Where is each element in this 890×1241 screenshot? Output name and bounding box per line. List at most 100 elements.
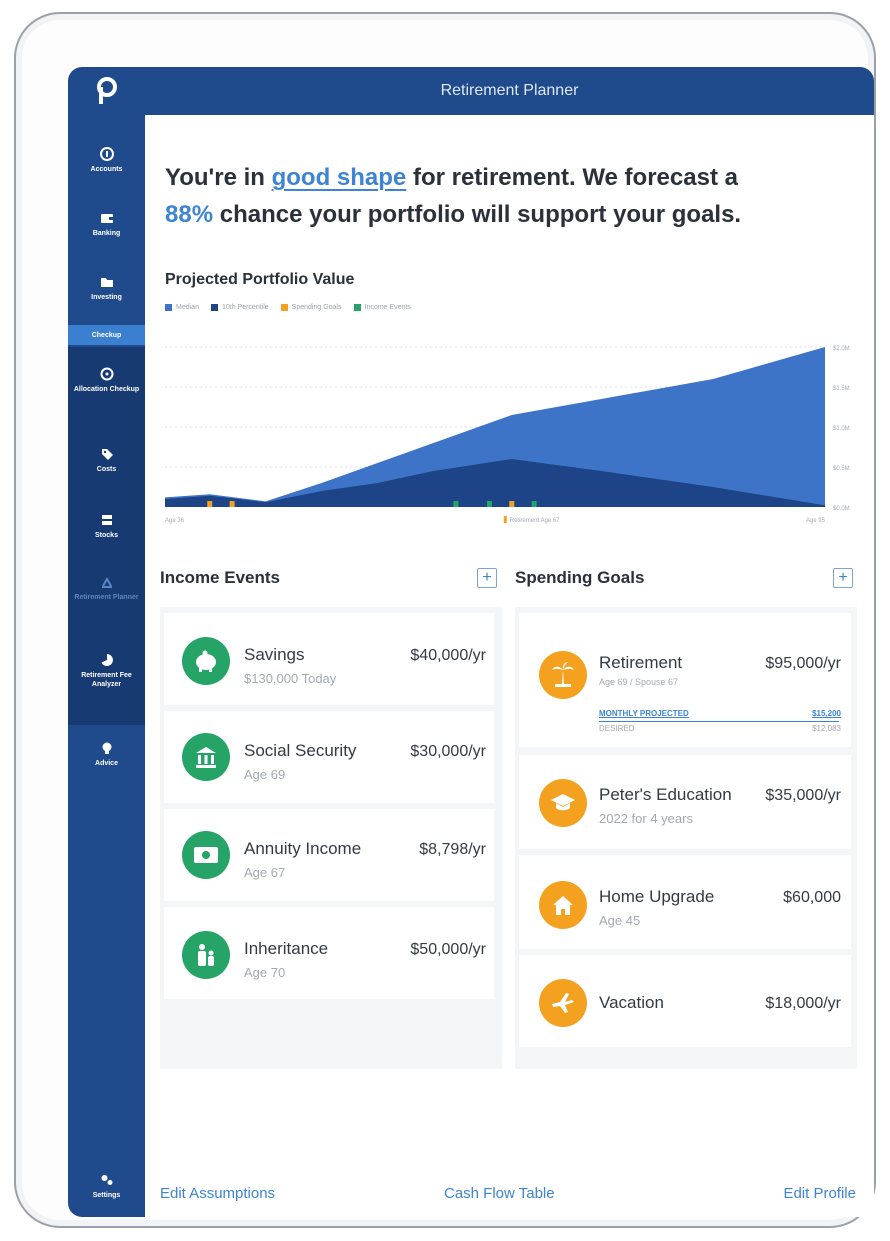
sidebar-item-fee-analyzer[interactable]: Retirement Fee Analyzer — [68, 653, 145, 689]
goal-card-home-upgrade[interactable]: Home Upgrade Age 45 $60,000 — [519, 855, 851, 949]
sidebar-item-label: Allocation Checkup — [73, 386, 140, 393]
clock-icon — [100, 367, 113, 381]
bank-icon — [182, 733, 230, 781]
legend-item-p10: 10th Percentile — [210, 304, 269, 311]
goal-amount: $18,000/yr — [765, 995, 841, 1012]
legend-item-spending: Spending Goals — [280, 304, 342, 311]
box-icon — [101, 515, 112, 525]
goal-name: Vacation — [599, 993, 664, 1012]
goal-sub: Age 69 / Spouse 67 — [599, 677, 679, 687]
chart-title: Projected Portfolio Value — [165, 271, 355, 288]
sidebar-item-costs[interactable]: Costs — [68, 447, 145, 474]
sidebar-item-label: Banking — [92, 230, 121, 237]
goal-name: Peter's Education — [599, 785, 732, 804]
income-events-panel: Savings $130,000 Today $40,000/yr Social… — [160, 607, 502, 1069]
chart-legend: Median 10th Percentile Spending Goals In… — [165, 304, 411, 311]
portfolio-chart[interactable]: $2.0M $1.5M $1.0M $0.5M $0.0M Age 36 Retiremen… — [165, 337, 865, 537]
sidebar-item-investing[interactable]: Investing — [68, 275, 145, 302]
goal-amount: $60,000 — [783, 889, 841, 906]
income-event-marker — [453, 501, 459, 507]
income-name: Annuity Income — [244, 839, 362, 858]
projected-divider — [599, 721, 839, 722]
income-card-inheritance[interactable]: Inheritance Age 70 $50,000/yr — [164, 907, 494, 999]
logo-icon — [96, 77, 117, 104]
app-title-bar: Retirement Planner — [145, 67, 874, 115]
sidebar-item-accounts[interactable]: Accounts — [68, 147, 145, 174]
goal-card-education[interactable]: Peter's Education 2022 for 4 years $35,0… — [519, 755, 851, 849]
income-sub: Age 69 — [244, 767, 286, 782]
add-spending-goal-button[interactable]: + — [833, 568, 853, 588]
sidebar-item-banking[interactable]: Banking — [68, 211, 145, 238]
sidebar-item-retirement-planner[interactable]: Retirement Planner — [68, 575, 145, 602]
tag-icon — [101, 449, 113, 460]
folder-icon — [100, 278, 113, 287]
x-label-start: Age 36 — [165, 518, 185, 524]
goal-sub: Age 45 — [599, 913, 641, 928]
forecast-headline: You're in good shape for retirement. We … — [165, 159, 845, 233]
legend-label: Median — [176, 304, 199, 311]
income-card-annuity[interactable]: Annuity Income Age 67 $8,798/yr — [164, 809, 494, 901]
dollar-circle-icon — [99, 147, 114, 161]
edit-profile-link[interactable]: Edit Profile — [783, 1185, 856, 1202]
spending-goal-marker — [229, 501, 235, 507]
headline-text: for retirement. We forecast a — [406, 164, 738, 191]
y-tick-label: $1.5M — [833, 386, 850, 392]
sidebar-item-label: Retirement Planner — [74, 594, 139, 601]
income-name: Social Security — [244, 741, 357, 760]
sidebar-item-label: Stocks — [95, 532, 118, 539]
legend-swatch — [165, 304, 172, 311]
headline-text: You're in — [165, 164, 272, 191]
spending-goal-marker — [509, 501, 515, 507]
goal-card-vacation[interactable]: Vacation $18,000/yr — [519, 955, 851, 1047]
add-income-event-button[interactable]: + — [477, 568, 497, 588]
goal-amount: $35,000/yr — [765, 787, 841, 804]
spending-goal-marker — [207, 501, 213, 507]
y-tick-label: $0.0M — [833, 506, 850, 512]
income-amount: $30,000/yr — [410, 743, 486, 760]
goal-name: Retirement — [599, 653, 683, 672]
palm-tree-icon — [539, 651, 587, 699]
income-event-marker — [531, 501, 537, 507]
spending-goals-title: Spending Goals — [515, 568, 645, 587]
app-screen: Accounts Banking Investing Checkup Alloc… — [68, 67, 874, 1217]
cash-flow-table-link[interactable]: Cash Flow Table — [444, 1185, 555, 1202]
cash-icon — [182, 831, 230, 879]
monthly-projected-value: $15,200 — [812, 709, 841, 718]
retirement-marker-icon — [503, 516, 507, 523]
income-name: Inheritance — [244, 939, 329, 958]
sidebar-item-allocation-checkup[interactable]: Allocation Checkup — [68, 367, 145, 394]
sidebar-item-settings[interactable]: Settings — [68, 1173, 145, 1200]
edit-assumptions-link[interactable]: Edit Assumptions — [160, 1185, 275, 1202]
income-amount: $40,000/yr — [410, 647, 486, 664]
pie-icon — [101, 654, 113, 666]
piggy-bank-icon — [182, 637, 230, 685]
good-shape-link[interactable]: good shape — [272, 164, 407, 191]
income-card-savings[interactable]: Savings $130,000 Today $40,000/yr — [164, 613, 494, 705]
x-label-end: Age 95 — [806, 518, 826, 524]
graduation-cap-icon — [539, 779, 587, 827]
income-events-title: Income Events — [160, 568, 280, 587]
goal-card-retirement[interactable]: Retirement Age 69 / Spouse 67 $95,000/yr… — [519, 613, 851, 747]
airplane-icon — [539, 979, 587, 1027]
legend-swatch — [210, 304, 218, 311]
income-event-marker — [486, 501, 492, 507]
family-icon — [182, 931, 230, 979]
sidebar-item-advice[interactable]: Advice — [68, 741, 145, 768]
legend-label: 10th Percentile — [221, 304, 269, 311]
legend-item-income: Income Events — [353, 304, 411, 311]
goal-name: Home Upgrade — [599, 887, 715, 906]
income-sub: Age 67 — [244, 865, 286, 880]
y-tick-label: $1.0M — [833, 426, 850, 432]
income-card-social-security[interactable]: Social Security Age 69 $30,000/yr — [164, 711, 494, 803]
income-sub: Age 70 — [244, 965, 286, 980]
sidebar-item-label: Accounts — [90, 166, 123, 173]
success-probability: 88% — [165, 201, 214, 228]
monthly-projected-label: MONTHLY PROJECTED — [599, 709, 689, 718]
app-logo[interactable] — [68, 67, 145, 115]
beach-chair-icon — [101, 576, 112, 588]
tablet-frame: Accounts Banking Investing Checkup Alloc… — [14, 12, 876, 1228]
y-tick-label: $0.5M — [833, 466, 850, 472]
sidebar-item-checkup[interactable]: Checkup — [68, 325, 145, 345]
sidebar-item-stocks[interactable]: Stocks — [68, 513, 145, 540]
wallet-icon — [100, 214, 113, 223]
